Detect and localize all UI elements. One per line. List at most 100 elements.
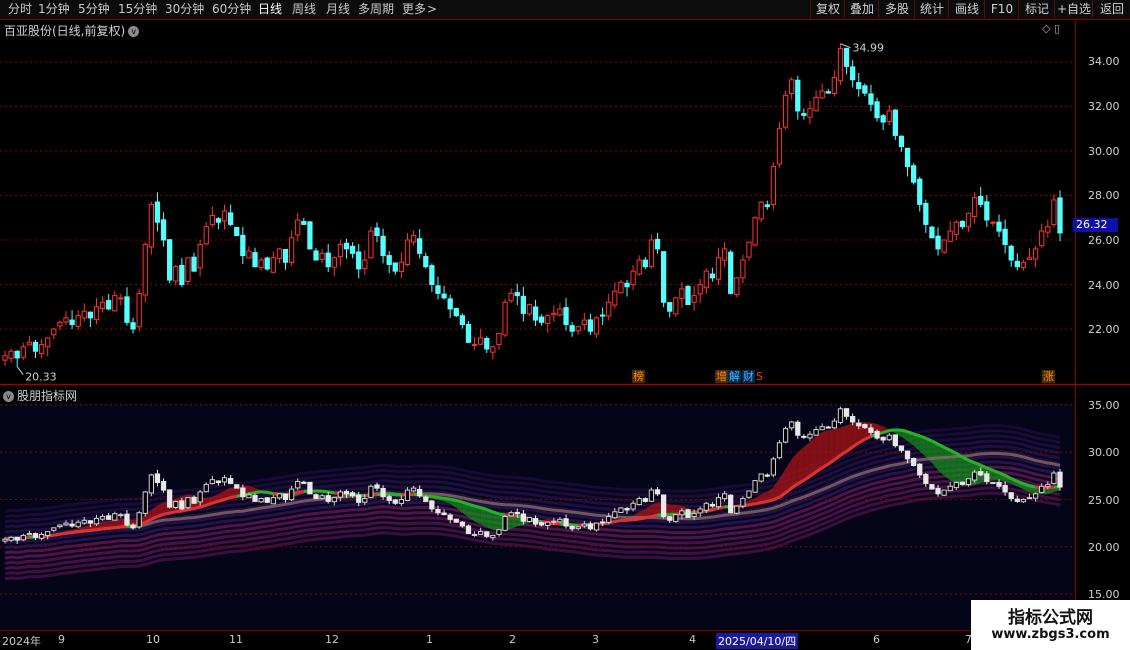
indicator-title[interactable]: v 股朋指标网 [3,387,77,404]
candle-body [667,516,673,521]
chevron-down-icon[interactable]: v [3,391,14,402]
ma20-segment [492,510,500,516]
ma-fill [822,430,829,468]
badge-finance[interactable]: 财 [742,370,755,383]
candle-body [697,284,703,295]
stock-title[interactable]: 百亚股份(日线,前复权) v [4,22,140,39]
candle-body [971,471,978,481]
candle-body [459,521,466,527]
chevron-down-icon[interactable]: v [128,26,140,37]
candle-body [691,295,697,303]
candle-body [478,337,484,345]
candle-body [679,288,685,299]
candle-body [392,262,398,272]
candle-body [734,277,740,296]
candle-body [490,534,496,539]
candle-body [423,255,429,268]
candle-body [484,338,490,350]
candle-body [551,312,557,316]
candle-body [514,292,520,297]
badge-ranking[interactable]: 榜 [632,370,645,383]
ma20-segment [1022,482,1030,488]
candle-body [99,516,106,520]
candle-body [648,489,655,502]
candle-body [246,494,252,499]
candle-body [51,328,57,336]
badge-unlock[interactable]: 解 [728,370,741,383]
indicator-y-tick: 30.00 [1088,446,1120,459]
ma20-segment [193,505,201,511]
badge-limit-up[interactable]: 涨 [1042,370,1055,383]
y-tick: 26.00 [1088,234,1120,247]
candle-body [228,212,234,225]
badge-increase[interactable]: 增 [715,370,728,383]
candle-body [51,527,57,531]
candle-body [904,450,911,460]
candle-body [782,94,789,128]
low-label: 20.33 [25,371,57,384]
candle-body [953,481,959,489]
candle-body [898,445,905,451]
candle-body [984,473,990,483]
candle-body [843,408,850,417]
candle-body [209,479,215,485]
candle-body [557,518,563,523]
candle-body [106,300,112,310]
candle-body [356,251,362,270]
candle-body [984,201,990,221]
candle-body [404,489,411,501]
candle-body [703,502,709,511]
candle-body [764,204,770,208]
candle-body [758,201,764,220]
candle-body [441,293,447,299]
indicator-title-text: 股朋指标网 [17,389,78,403]
watermark-logo: 指标公式网 www.zbgs3.com [971,600,1130,650]
candle-body [228,478,234,484]
candle-body [441,512,447,516]
ma-fill [809,436,817,477]
candle-body [959,481,966,485]
candle-body [1039,485,1045,493]
candle-body [45,337,51,348]
candle-body [856,82,862,90]
candle-body [545,521,551,527]
candle-body [38,533,45,539]
candle-body [356,494,362,503]
candle-body [63,522,69,526]
candle-body [75,315,81,327]
badge-s[interactable]: S [755,370,764,383]
main-candles [2,43,1063,367]
candle-body [636,498,642,506]
panel-icons[interactable]: ◇ ▯ [1042,22,1060,35]
candle-body [191,256,197,272]
candle-body [106,515,112,520]
candle-body [93,306,100,321]
candle-body [1039,230,1045,247]
ma20-segment [224,496,232,501]
candle-body [14,350,20,359]
ma20-segment [480,506,488,511]
ma20-segment [651,513,658,519]
candle-body [917,178,923,205]
x-label: 2 [509,633,516,646]
ma-fill [938,444,945,476]
candle-body [728,494,734,514]
kline-chart[interactable]: 34.99 20.33 [0,0,1130,650]
ma20-segment [266,490,274,495]
candle-body [935,235,941,250]
candle-body [301,221,307,225]
y-tick: 32.00 [1088,100,1120,113]
indicator-y-tick: 35.00 [1088,399,1120,412]
candle-body [410,487,417,492]
ma20-segment [120,524,128,529]
candle-body [496,529,502,535]
candle-body [837,408,844,423]
candle-body [197,491,203,503]
candle-body [1002,228,1008,245]
y-tick: 22.00 [1088,323,1120,336]
candle-body [740,498,746,507]
candle-body [398,261,405,272]
candle-body [502,301,508,336]
candle-body [581,523,587,527]
candle-body [87,311,94,319]
